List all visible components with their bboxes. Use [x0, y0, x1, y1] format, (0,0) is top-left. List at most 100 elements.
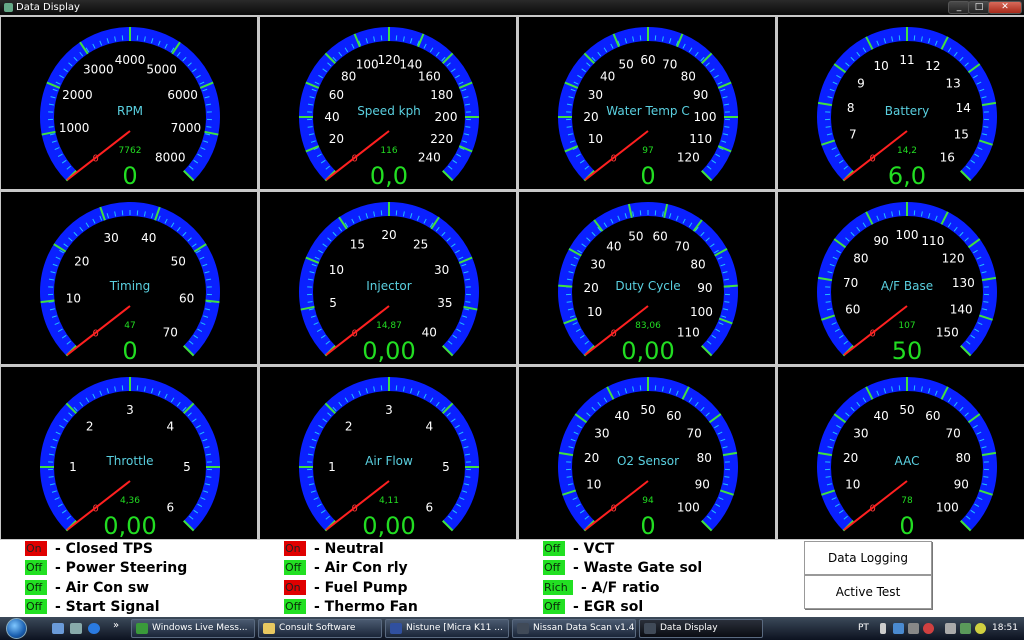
show-desktop-icon[interactable]	[52, 623, 64, 634]
gauge-scale-label: 100	[694, 110, 717, 124]
gauge-dial: 1000 2000 300040005000 6000 7000 8000 0 RPM 7762…	[40, 27, 220, 189]
task-nissan-data-scan[interactable]: Nissan Data Scan v1.4	[512, 619, 636, 638]
gauge-minor-tick	[307, 476, 313, 478]
data-logging-button[interactable]: Data Logging	[804, 541, 932, 575]
gauge-dial: 607080901001101201301401500A/F Base10750	[817, 202, 997, 364]
task-label: Data Display	[660, 623, 718, 633]
task-windows-live-messenger[interactable]: Windows Live Mess...	[131, 619, 255, 638]
gauge-injector: 5101520253035400Injector14,870,00	[260, 192, 516, 364]
gauge-minor-tick	[983, 301, 989, 303]
volume-icon[interactable]	[908, 623, 919, 634]
tray-app2-icon[interactable]	[960, 623, 971, 634]
task-consult-software[interactable]: Consult Software	[258, 619, 382, 638]
app-icon	[4, 3, 13, 12]
gauge-scale-label: 100	[677, 500, 700, 514]
gauge-name: RPM	[117, 104, 143, 118]
gauge-minor-tick	[724, 476, 730, 478]
gauge-scale-label: 120	[677, 150, 700, 164]
gauge-scale-label: 100	[896, 228, 919, 242]
status-badge: Off	[543, 541, 565, 556]
gauge-max-reading: 83,06	[635, 321, 661, 331]
gauge-scale-label: 40	[141, 231, 156, 245]
gauge-scale-label: 40	[606, 239, 621, 253]
gauge-name: Speed kph	[357, 104, 421, 118]
task-data-display[interactable]: Data Display	[639, 619, 763, 638]
maximize-button[interactable]: □	[968, 1, 990, 14]
gauge-scale-label: 5	[183, 460, 191, 474]
gauge-scale-label: 110	[689, 132, 712, 146]
task-label: Nistune [Micra K11 ...	[406, 623, 503, 633]
network-icon[interactable]	[893, 623, 904, 634]
gauge-scale-label: 70	[163, 325, 178, 339]
gauge-minor-tick	[566, 126, 572, 128]
gauge-scale-label: 15	[954, 128, 969, 142]
gauge-value: 50	[892, 337, 923, 364]
gauge-max-reading: 4,36	[120, 496, 140, 506]
status-badge: Off	[25, 580, 47, 595]
gauge-scale-label: 30	[590, 258, 605, 272]
gauge-dial: 1020304050607080901000O2 Sensor940	[558, 377, 738, 539]
gauge-scale-label: 200	[435, 110, 458, 124]
clock[interactable]: 18:51	[992, 617, 1018, 640]
gauge-scale-label: 40	[324, 110, 339, 124]
gauge-scale-label: 110	[921, 234, 944, 248]
gauge-a-f-base: 607080901001101201301401500A/F Base10750	[778, 192, 1024, 364]
gauge-dial: 10 20 30 40 50 60 70 80 90 100 110 120 0 Water Temp C…	[558, 27, 738, 189]
status-badge: On	[25, 541, 47, 556]
tray-expand-icon[interactable]	[880, 623, 886, 634]
status-row: Off - VCT	[543, 540, 614, 558]
gauge-scale-label: 2	[86, 420, 94, 434]
gauge-scale-label: 11	[899, 53, 914, 67]
gauge-scale-label: 90	[693, 88, 708, 102]
status-label: - Air Con rly	[314, 560, 408, 576]
language-indicator[interactable]: PT	[858, 617, 869, 640]
tray-app-icon[interactable]	[945, 623, 956, 634]
quicklaunch-overflow-icon[interactable]: »	[113, 620, 119, 631]
switch-windows-icon[interactable]	[70, 623, 82, 634]
antivirus-icon[interactable]	[923, 623, 934, 634]
gauge-scale-label: 40	[614, 409, 629, 423]
gauge-water-temp-c: 10 20 30 40 50 60 70 80 90 100 110 120 0 Water Temp C…	[519, 17, 775, 189]
gauge-minor-tick	[724, 126, 730, 128]
gauge-max-reading: 47	[124, 321, 135, 331]
status-badge: Off	[25, 599, 47, 614]
status-badge: Off	[543, 599, 565, 614]
gauge-scale-label: 80	[697, 451, 712, 465]
tray-app3-icon[interactable]	[975, 623, 986, 634]
gauge-scale-label: 30	[594, 426, 609, 440]
gauge-scale-label: 30	[434, 263, 449, 277]
gauge-scale-label: 10	[66, 291, 81, 305]
active-test-button[interactable]: Active Test	[804, 575, 932, 609]
gauge-major-tick	[558, 284, 573, 288]
gauge-value: 0,00	[362, 337, 415, 364]
gauge-max-reading: 94	[642, 496, 654, 506]
internet-explorer-icon[interactable]	[88, 623, 100, 634]
gauge-minor-tick	[983, 126, 989, 128]
gauge-scale-label: 220	[430, 132, 453, 146]
gauge-dial: 204060801001201401601802002202400Speed k…	[299, 27, 479, 189]
status-label: - VCT	[573, 541, 615, 557]
gauge-scale-label: 140	[950, 303, 973, 317]
gauge-scale-label: 1000	[59, 121, 90, 135]
task-nistune[interactable]: Nistune [Micra K11 ...	[385, 619, 509, 638]
status-badge: On	[284, 580, 306, 595]
gauge-max-reading: 107	[898, 321, 915, 331]
gauge-name: Injector	[366, 279, 412, 293]
gauge-scale-label: 10	[586, 478, 601, 492]
gauge-scale-label: 35	[437, 296, 452, 310]
gauge-scale-label: 50	[899, 403, 914, 417]
datadisplay-icon	[644, 623, 656, 634]
gauge-scale-label: 40	[600, 70, 615, 84]
gauge-scale-label: 5000	[146, 63, 177, 77]
gauge-value: 0	[122, 337, 137, 364]
status-row: Off - EGR sol	[543, 598, 643, 616]
minimize-button[interactable]: _	[948, 1, 970, 14]
gauge-scale-label: 50	[171, 255, 186, 269]
start-button[interactable]	[4, 617, 30, 640]
gauge-scale-label: 160	[418, 70, 441, 84]
gauge-minor-tick	[48, 126, 54, 128]
close-button[interactable]: ✕	[988, 1, 1022, 14]
gauge-scale-label: 60	[329, 88, 344, 102]
gauge-name: Air Flow	[365, 454, 413, 468]
gauge-scale-label: 110	[677, 325, 700, 339]
